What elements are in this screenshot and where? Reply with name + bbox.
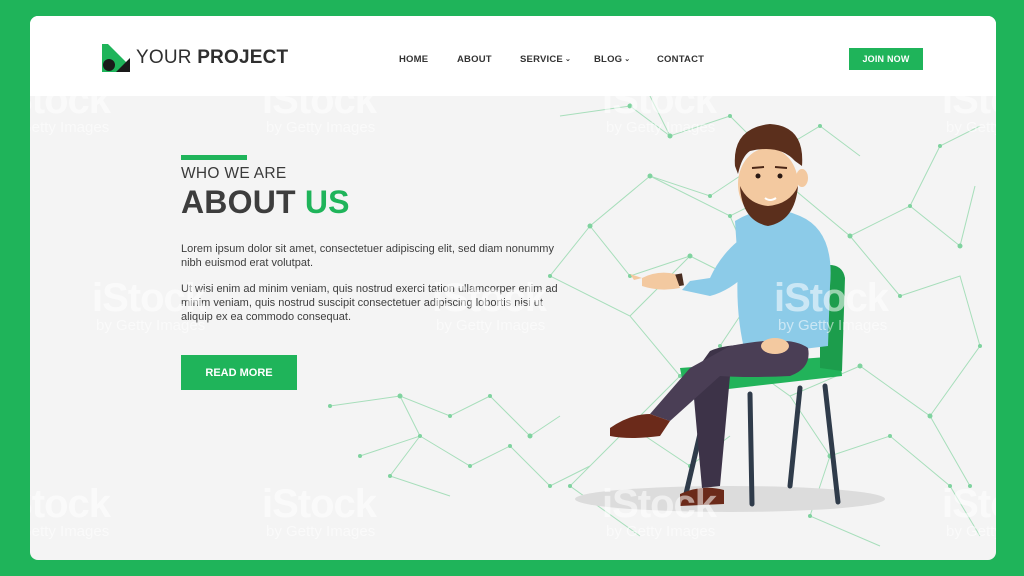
page-frame: YOUR PROJECT HOME ABOUT SERVICE ⌄ BLOG ⌄ C… — [30, 16, 996, 560]
man-on-chair-illustration — [575, 124, 885, 512]
